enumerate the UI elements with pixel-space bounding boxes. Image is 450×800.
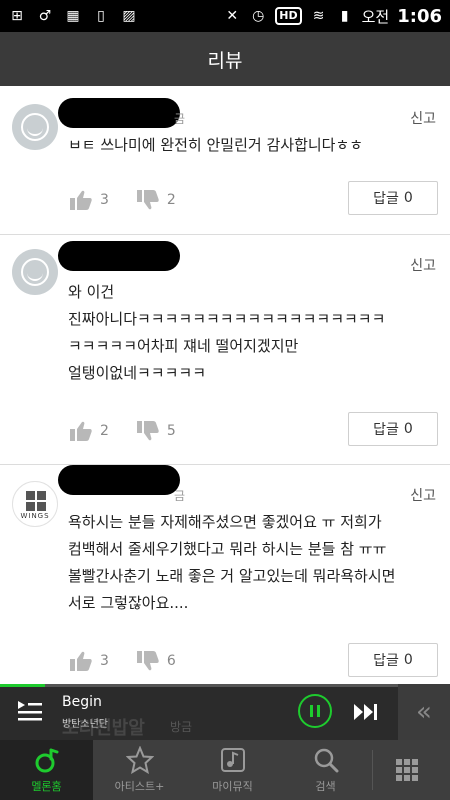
tab-my-music[interactable]: 마이뮤직 bbox=[186, 740, 279, 800]
username-tail: 금 bbox=[174, 112, 186, 126]
avatar[interactable] bbox=[12, 104, 58, 150]
collapse-player-button[interactable]: « bbox=[398, 684, 450, 740]
dislike-count: 5 bbox=[166, 423, 176, 439]
playback-progress[interactable] bbox=[0, 684, 450, 687]
comment-item: 신고 와 이건 진짜아니다ㅋㅋㅋㅋㅋㅋㅋㅋㅋㅋㅋㅋㅋㅋㅋㅋㅋㅋ ㅋㅋㅋㅋㅋ어차피… bbox=[0, 235, 450, 465]
wifi-icon: ≋ bbox=[312, 8, 325, 24]
music-note-icon bbox=[220, 748, 245, 772]
status-ampm: 오전 bbox=[361, 7, 390, 26]
like-count: 2 bbox=[100, 423, 109, 439]
song-title[interactable]: Begin bbox=[62, 694, 102, 710]
hd-icon: HD bbox=[275, 7, 302, 25]
mini-player[interactable]: 오리진밥알 방금 Begin 방탄소년단 « bbox=[0, 684, 450, 740]
dislike-button[interactable]: 2 bbox=[136, 190, 176, 210]
comment-text: 욕하시는 분들 자제해주셨으면 좋겠어요 ㅠ 저희가 컴백해서 줄세우기했다고 … bbox=[68, 513, 396, 612]
page-title: 리뷰 bbox=[207, 49, 243, 72]
search-icon bbox=[314, 748, 338, 773]
phone-icon: ▯ bbox=[97, 8, 105, 24]
reply-button[interactable]: 답글 0 bbox=[348, 412, 438, 446]
avatar[interactable]: WINGS bbox=[12, 481, 58, 527]
grid-menu-icon bbox=[395, 759, 418, 781]
thumbs-up-icon bbox=[70, 421, 92, 441]
melon-home-icon bbox=[35, 748, 58, 773]
like-button[interactable]: 3 bbox=[70, 190, 109, 210]
thumbs-down-icon bbox=[136, 421, 159, 441]
dislike-count: 2 bbox=[166, 192, 176, 208]
plus-box-icon: ⊞ bbox=[11, 8, 23, 24]
playlist-icon[interactable] bbox=[16, 698, 44, 724]
reply-button[interactable]: 답글 0 bbox=[348, 643, 438, 677]
username-tail: 금 bbox=[174, 489, 186, 503]
pause-button[interactable] bbox=[298, 694, 332, 728]
reply-button[interactable]: 답글 0 bbox=[348, 181, 438, 215]
thumbs-down-icon bbox=[136, 190, 159, 210]
comment-text: 와 이건 진짜아니다ㅋㅋㅋㅋㅋㅋㅋㅋㅋㅋㅋㅋㅋㅋㅋㅋㅋㅋ ㅋㅋㅋㅋㅋ어차피 쟤네… bbox=[68, 283, 386, 382]
tab-melon-home[interactable]: 멜론홈 bbox=[0, 740, 93, 800]
review-list[interactable]: 금 신고 ㅂㅌ 쓰나미에 완전히 안밀린거 감사합니다ㅎㅎ 3 2 답글 0 신… bbox=[0, 86, 450, 684]
signal-icon: ▮ bbox=[340, 8, 349, 24]
dislike-button[interactable]: 6 bbox=[136, 651, 176, 671]
redacted-username bbox=[58, 241, 180, 271]
like-button[interactable]: 3 bbox=[70, 651, 109, 671]
mute-icon: ✕ bbox=[226, 8, 239, 24]
dislike-count: 6 bbox=[166, 653, 176, 669]
status-time: 1:06 bbox=[397, 5, 442, 27]
report-button[interactable]: 신고 bbox=[410, 108, 436, 128]
like-count: 3 bbox=[100, 192, 109, 208]
double-chevron-left-icon: « bbox=[416, 697, 432, 727]
comment-item: WINGS 금 신고 욕하시는 분들 자제해주셨으면 좋겠어요 ㅠ 저희가 컴백… bbox=[0, 465, 450, 684]
avatar[interactable] bbox=[12, 249, 58, 295]
redacted-username bbox=[58, 98, 180, 128]
status-bar: ⊞ ♂ ▦ ▯ ▨ ✕ ◷ HD ≋ ▮ 오전 1:06 bbox=[0, 0, 450, 32]
alarm-icon: ◷ bbox=[252, 8, 265, 24]
bottom-tab-bar: 멜론홈 아티스트+ 마이뮤직 검색 bbox=[0, 740, 450, 800]
title-bar: 리뷰 bbox=[0, 32, 450, 86]
tab-search[interactable]: 검색 bbox=[279, 740, 372, 800]
comment-item: 금 신고 ㅂㅌ 쓰나미에 완전히 안밀린거 감사합니다ㅎㅎ 3 2 답글 0 bbox=[0, 86, 450, 235]
like-button[interactable]: 2 bbox=[70, 421, 109, 441]
like-count: 3 bbox=[100, 653, 109, 669]
report-button[interactable]: 신고 bbox=[410, 255, 436, 275]
next-track-icon[interactable] bbox=[352, 701, 380, 723]
tab-menu[interactable] bbox=[373, 740, 440, 800]
thumbs-up-icon bbox=[70, 651, 92, 671]
calendar-icon: ▦ bbox=[66, 8, 80, 24]
star-icon bbox=[125, 746, 154, 774]
dislike-button[interactable]: 5 bbox=[136, 421, 176, 441]
redacted-username bbox=[58, 465, 180, 495]
comment-text: ㅂㅌ 쓰나미에 완전히 안밀린거 감사합니다ㅎㅎ bbox=[68, 136, 364, 154]
thumbs-down-icon bbox=[136, 651, 159, 671]
report-button[interactable]: 신고 bbox=[410, 485, 436, 505]
song-artist: 방탄소년단 bbox=[62, 719, 108, 730]
image-icon: ▨ bbox=[122, 8, 136, 24]
tab-artist-plus[interactable]: 아티스트+ bbox=[93, 740, 186, 800]
background-comment-time: 방금 bbox=[170, 720, 193, 734]
thumbs-up-icon bbox=[70, 190, 92, 210]
male-icon: ♂ bbox=[38, 8, 52, 24]
